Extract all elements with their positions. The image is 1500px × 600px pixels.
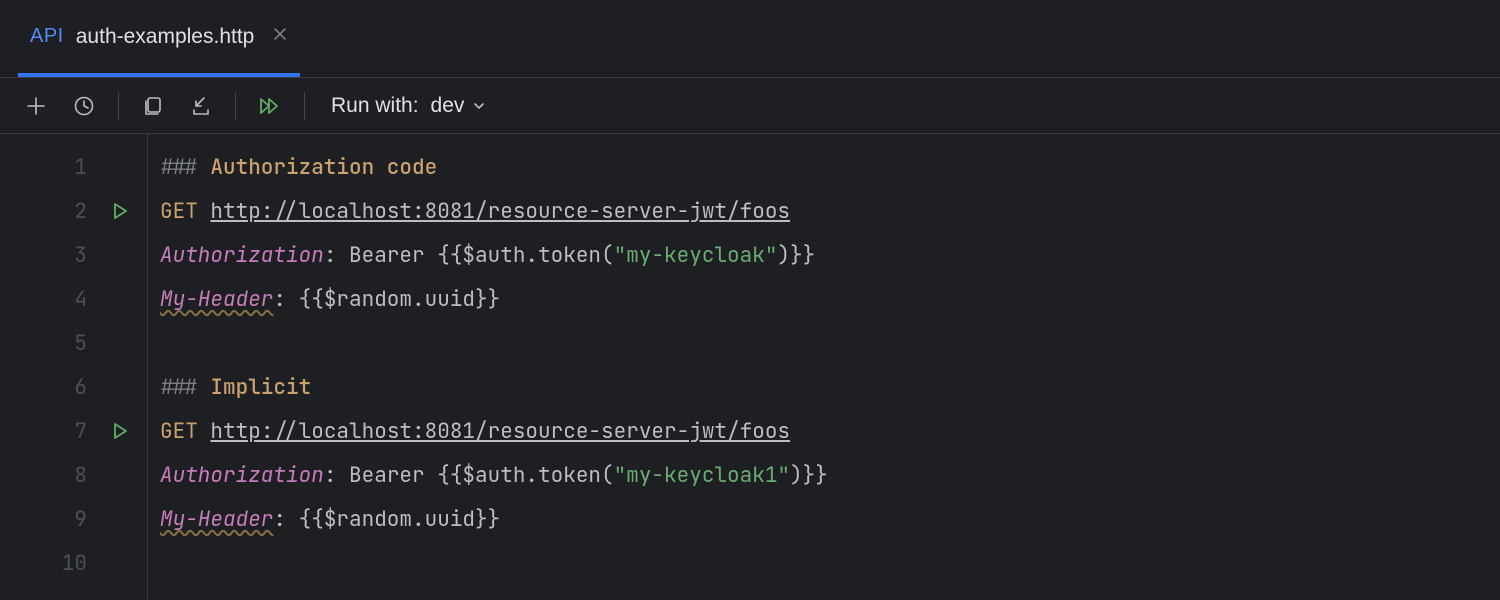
tab-active[interactable]: API auth-examples.http xyxy=(18,0,300,77)
expr-fn-close: ) xyxy=(777,242,790,269)
expr-fn: $auth.token( xyxy=(462,242,613,269)
header-value-prefix: Bearer xyxy=(349,242,437,269)
gutter-row: 4 xyxy=(0,277,147,321)
toolbar-separator xyxy=(304,92,305,120)
expr-fn: $auth.token( xyxy=(462,462,613,489)
run-request-icon[interactable] xyxy=(109,200,131,222)
import-icon[interactable] xyxy=(189,94,213,118)
examples-icon[interactable] xyxy=(141,94,165,118)
code-line[interactable] xyxy=(160,321,1500,365)
separator: : xyxy=(273,286,298,313)
expr-body: $random.uuid xyxy=(324,286,475,313)
line-number: 5 xyxy=(0,330,109,357)
separator: : xyxy=(324,242,349,269)
http-method: GET xyxy=(160,198,198,225)
expr-open: {{ xyxy=(437,242,462,269)
gutter-row: 5 xyxy=(0,321,147,365)
code-line[interactable]: GET http://localhost:8081/resource-serve… xyxy=(160,409,1500,453)
code-line[interactable]: Authorization: Bearer {{$auth.token("my-… xyxy=(160,453,1500,497)
code-line[interactable]: My-Header: {{$random.uuid}} xyxy=(160,277,1500,321)
close-icon[interactable] xyxy=(272,26,288,48)
gutter-spacer xyxy=(109,156,131,178)
code-area[interactable]: ### Authorization codeGET http://localho… xyxy=(148,134,1500,600)
expr-close: }} xyxy=(475,286,500,313)
code-line[interactable]: ### Implicit xyxy=(160,365,1500,409)
expr-fn-close: ) xyxy=(790,462,803,489)
code-line[interactable]: GET http://localhost:8081/resource-serve… xyxy=(160,189,1500,233)
gutter-spacer xyxy=(109,508,131,530)
chevron-down-icon xyxy=(472,99,486,113)
gutter-row: 9 xyxy=(0,497,147,541)
expr-body: $random.uuid xyxy=(324,506,475,533)
section-title: Authorization code xyxy=(210,154,437,181)
header-name: Authorization xyxy=(160,462,324,489)
header-name: Authorization xyxy=(160,242,324,269)
gutter-row: 2 xyxy=(0,189,147,233)
expr-open: {{ xyxy=(437,462,462,489)
request-url: http://localhost:8081/resource-server-jw… xyxy=(210,418,790,445)
tab-filename: auth-examples.http xyxy=(76,25,255,49)
gutter-spacer xyxy=(109,288,131,310)
line-number: 7 xyxy=(0,418,109,445)
expr-close: }} xyxy=(790,242,815,269)
section-marker: ### xyxy=(160,154,210,181)
expr-string: "my-keycloak" xyxy=(614,242,778,269)
line-number: 3 xyxy=(0,242,109,269)
run-with-label: Run with: xyxy=(331,94,419,118)
header-name: My-Header xyxy=(160,506,273,533)
expr-string: "my-keycloak1" xyxy=(614,462,790,489)
section-marker: ### xyxy=(160,374,210,401)
line-number: 9 xyxy=(0,506,109,533)
editor[interactable]: 12345678910 ### Authorization codeGET ht… xyxy=(0,134,1500,600)
gutter-row: 7 xyxy=(0,409,147,453)
expr-open: {{ xyxy=(299,506,324,533)
gutter-spacer xyxy=(109,244,131,266)
space xyxy=(198,198,211,225)
line-number: 8 xyxy=(0,462,109,489)
line-number: 1 xyxy=(0,154,109,181)
history-icon[interactable] xyxy=(72,94,96,118)
toolbar-separator xyxy=(235,92,236,120)
code-line[interactable] xyxy=(160,541,1500,585)
run-all-icon[interactable] xyxy=(258,94,282,118)
gutter-row: 6 xyxy=(0,365,147,409)
environment-dropdown[interactable]: dev xyxy=(431,94,487,118)
add-icon[interactable] xyxy=(24,94,48,118)
request-url: http://localhost:8081/resource-server-jw… xyxy=(210,198,790,225)
http-method: GET xyxy=(160,418,198,445)
gutter-row: 8 xyxy=(0,453,147,497)
expr-close: }} xyxy=(475,506,500,533)
line-number: 10 xyxy=(0,550,109,577)
environment-value: dev xyxy=(431,94,465,118)
gutter-row: 1 xyxy=(0,145,147,189)
expr-open: {{ xyxy=(299,286,324,313)
toolbar-separator xyxy=(118,92,119,120)
gutter-spacer xyxy=(109,376,131,398)
header-name: My-Header xyxy=(160,286,273,313)
toolbar: Run with: dev xyxy=(0,78,1500,134)
tab-bar: API auth-examples.http xyxy=(0,0,1500,78)
header-value-prefix: Bearer xyxy=(349,462,437,489)
code-line[interactable]: My-Header: {{$random.uuid}} xyxy=(160,497,1500,541)
gutter-spacer xyxy=(109,464,131,486)
code-line[interactable]: ### Authorization code xyxy=(160,145,1500,189)
gutter-spacer xyxy=(109,332,131,354)
line-number: 6 xyxy=(0,374,109,401)
line-number: 4 xyxy=(0,286,109,313)
separator: : xyxy=(324,462,349,489)
run-request-icon[interactable] xyxy=(109,420,131,442)
expr-close: }} xyxy=(803,462,828,489)
code-line[interactable]: Authorization: Bearer {{$auth.token("my-… xyxy=(160,233,1500,277)
space xyxy=(198,418,211,445)
tab-filetype-badge: API xyxy=(30,25,64,48)
gutter-row: 3 xyxy=(0,233,147,277)
separator: : xyxy=(273,506,298,533)
gutter-spacer xyxy=(109,552,131,574)
gutter: 1 2 3 4 5 6 7 8 9 10 xyxy=(0,134,148,600)
section-title: Implicit xyxy=(210,374,311,401)
line-number: 2 xyxy=(0,198,109,225)
gutter-row: 10 xyxy=(0,541,147,585)
